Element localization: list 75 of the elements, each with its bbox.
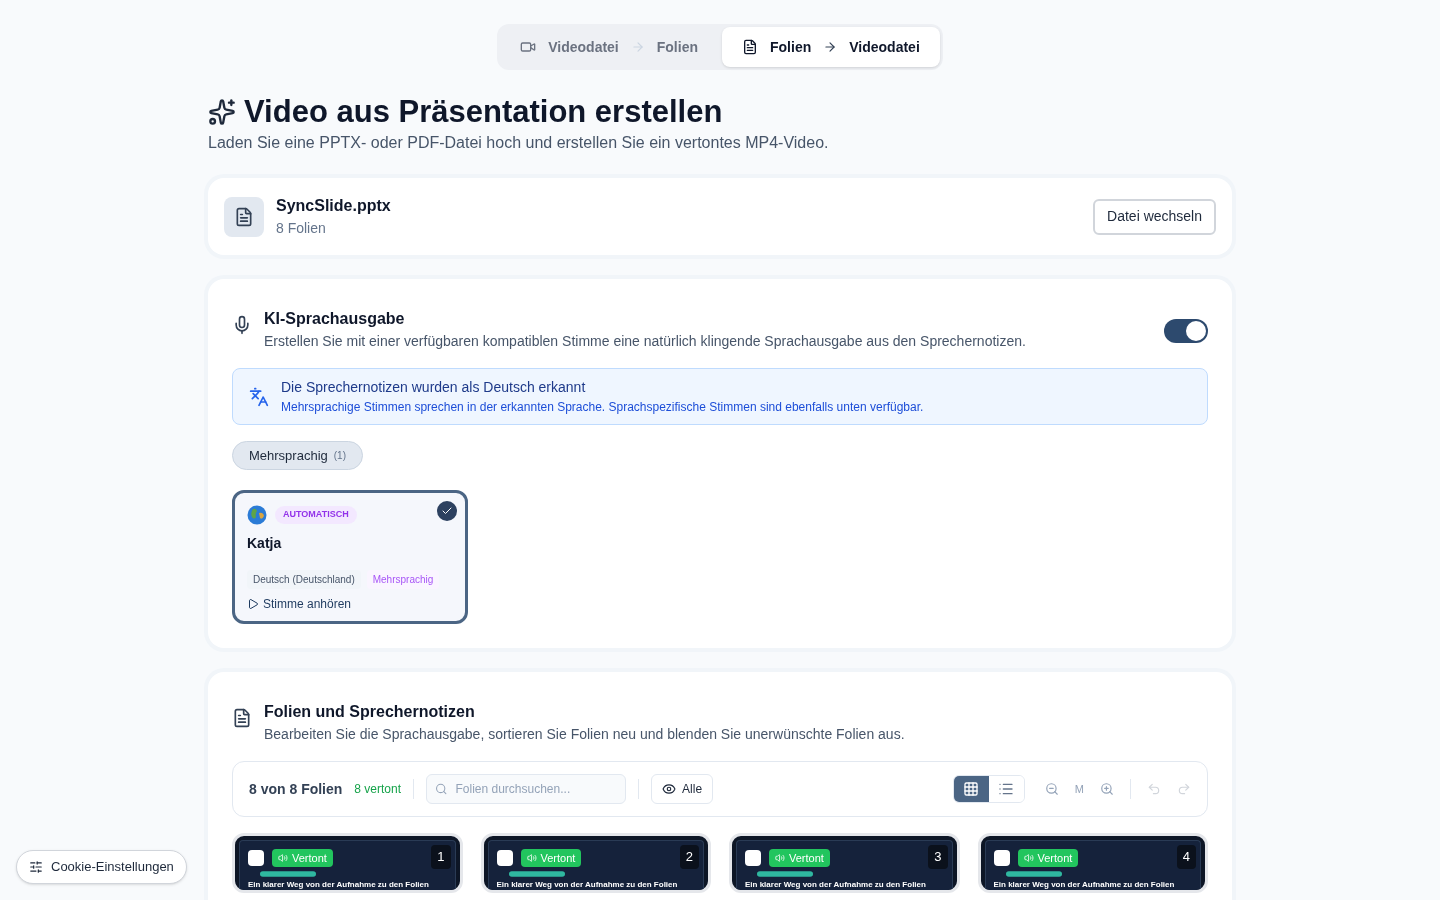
video-camera-icon (520, 39, 537, 55)
arrow-icon (823, 40, 838, 54)
section-description: Erstellen Sie mit einer verfügbaren kompatiblen Stimme eine natürlich klingende Sprachausgabe aus den Sprechernotizen. (264, 332, 1026, 351)
search-input[interactable]: Folien durchsuchen... (455, 780, 618, 798)
change-file-button[interactable]: Datei wechseln (1093, 198, 1216, 235)
notice-title: Die Sprechernotizen wurden als Deutsch erkannt (281, 378, 587, 397)
document-icon (234, 206, 254, 227)
file-name: SyncSlide.pptx (276, 196, 391, 216)
slide-text: Ein klarer Weg von der Aufnahme zu den Folien (745, 880, 927, 890)
zoom-in-icon[interactable] (1100, 782, 1114, 796)
search-icon (435, 782, 448, 796)
globe-icon (247, 505, 267, 525)
preview-voice-link[interactable]: Stimme anhören (247, 595, 352, 613)
language-pill-drawing (1005, 871, 1062, 877)
file-info: 8 Folien (276, 219, 327, 238)
view-button[interactable] (953, 776, 989, 802)
speaker-icon (1023, 853, 1034, 863)
slide-thumbnail[interactable]: Vertont 1 Ein klarer Weg von der Aufnahme zu den Folien (232, 833, 463, 893)
check-icon (437, 501, 457, 521)
document-icon (742, 39, 758, 55)
speaker-icon (526, 853, 537, 863)
slide-text: Ein klarer Weg von der Aufnahme zu den Folien (496, 880, 679, 890)
mode-tab[interactable]: Videodatei Folien (500, 27, 718, 67)
speaker-icon (775, 853, 785, 863)
search-field[interactable]: Folien durchsuchen... (426, 774, 627, 804)
multilingual-tag: Mehrsprachig (366, 570, 440, 589)
slide-thumbnail[interactable]: Vertont 2 Ein klarer Weg von der Aufnahme zu den Folien (480, 833, 711, 893)
slide-number: 4 (1176, 845, 1196, 869)
grid-icon (963, 781, 980, 797)
eye-icon (662, 782, 677, 796)
slide-checkbox[interactable] (745, 850, 761, 866)
slide-checkbox[interactable] (248, 850, 264, 866)
document-icon (232, 708, 252, 728)
section-description: Bearbeiten Sie die Sprachausgabe, sortieren Sie Folien neu und blenden Sie unerwünschte Folien aus. (264, 725, 905, 744)
speaker-icon (278, 853, 288, 863)
voiced-count: 8 vertont (354, 781, 402, 798)
voiced-badge: Vertont (272, 849, 333, 867)
arrow-icon (630, 40, 645, 54)
voiced-badge: Vertont (769, 849, 830, 867)
voiced-badge: Vertont (1017, 849, 1079, 867)
visibility-filter-button[interactable]: Alle (651, 774, 714, 804)
language-pill-drawing (508, 871, 565, 877)
slide-text: Ein klarer Weg von der Aufnahme zu den Folien (993, 880, 1176, 890)
cookie-settings-button[interactable]: Cookie-Einstellungen (16, 850, 187, 884)
sliders-icon (29, 860, 43, 874)
translate-icon (249, 386, 269, 407)
list-icon (998, 781, 1015, 797)
play-icon (247, 598, 259, 610)
auto-badge: AUTOMATISCH (275, 506, 357, 524)
language-pill-drawing (757, 871, 813, 877)
sparkles-icon (208, 98, 236, 126)
section-title: Folien und Sprechernotizen (264, 702, 476, 722)
slide-checkbox[interactable] (993, 850, 1010, 866)
language-tag: Deutsch (Deutschland) (247, 570, 361, 589)
slide-number: 1 (431, 845, 451, 869)
zoom-level: M (1074, 781, 1084, 797)
slide-count: 8 von 8 Folien (249, 779, 343, 799)
page-title: Video aus Präsentation erstellen (244, 94, 723, 130)
slide-thumbnail[interactable]: Vertont 3 Ein klarer Weg von der Aufnahme zu den Folien (729, 833, 960, 893)
slide-number: 2 (679, 845, 699, 869)
filter-chip[interactable]: Mehrsprachig (1) (232, 441, 363, 470)
voiced-badge: Vertont (520, 849, 582, 867)
mode-tab[interactable]: Folien Videodatei (722, 27, 940, 67)
notice-text: Mehrsprachige Stimmen sprechen in der erkannten Sprache. Sprachspezifische Stimmen sind ebenfalls unten verfügbar. (281, 399, 924, 416)
microphone-icon (232, 315, 252, 335)
page-subtitle: Laden Sie eine PPTX- oder PDF-Datei hoch und erstellen Sie ein vertontes MP4-Video. (208, 133, 830, 153)
voice-name: Katja (247, 534, 283, 553)
slide-checkbox[interactable] (496, 850, 513, 866)
slide-text: Ein klarer Weg von der Aufnahme zu den Folien (248, 880, 430, 890)
slide-number: 3 (928, 845, 948, 869)
toggle-switch[interactable] (1164, 319, 1208, 343)
language-pill-drawing (260, 871, 316, 877)
voice-card-option[interactable]: AUTOMATISCH Katja Deutsch (Deutschland) Mehrsprachig Stimme anhören (232, 490, 468, 624)
section-title: KI-Sprachausgabe (264, 309, 406, 329)
slide-thumbnail[interactable]: Vertont 4 Ein klarer Weg von der Aufnahme zu den Folien (977, 833, 1208, 893)
